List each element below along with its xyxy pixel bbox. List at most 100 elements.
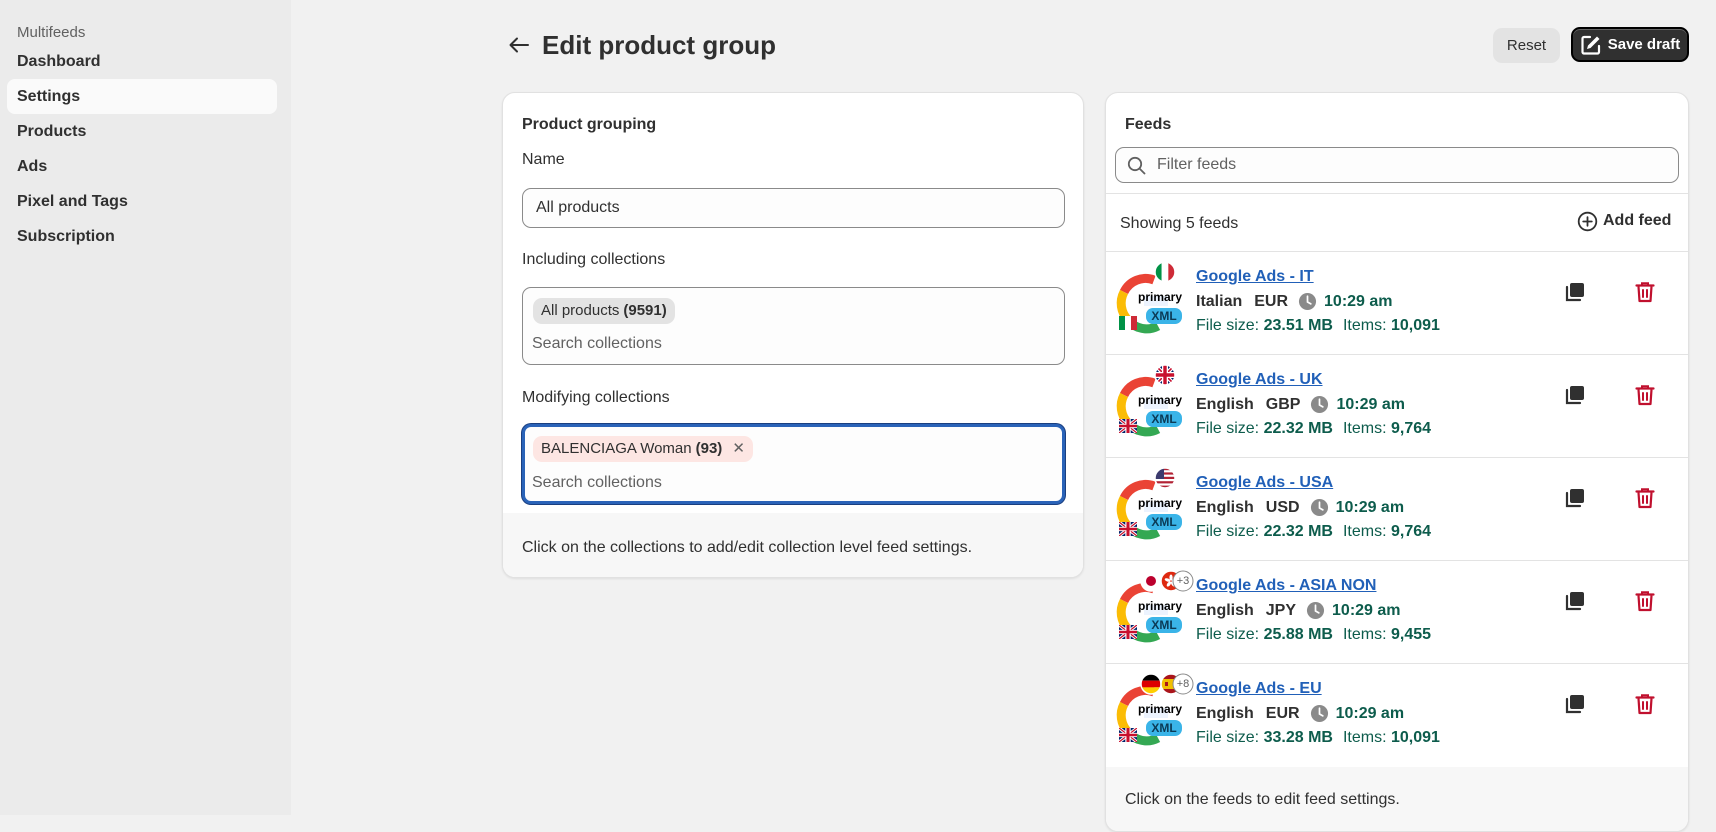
app-name: Multifeeds [17,24,86,41]
modifying-collections-search[interactable] [532,474,932,492]
feed-time: 10:29 am [1332,601,1401,619]
remove-tag-icon[interactable]: ✕ [732,436,745,462]
feed-title-link[interactable]: Google Ads - EU [1196,680,1322,698]
primary-badge: primary [1138,702,1183,716]
primary-badge: primary [1138,496,1183,510]
feed-time: 10:29 am [1335,704,1405,722]
items-value: 10,091 [1390,729,1440,746]
items-value: 10,091 [1390,317,1440,334]
name-field[interactable] [522,188,1065,228]
delete-feed-button[interactable] [1631,278,1659,306]
feed-size: File size: 25.88 MB Items: 9,455 [1196,626,1431,644]
items-label: Items: [1342,420,1387,437]
google-logo-icon: primary XML [1116,467,1183,544]
sidebar-item-settings[interactable]: Settings [7,79,277,114]
feed-size: File size: 22.32 MB Items: 9,764 [1196,523,1431,541]
file-size-value: 23.51 MB [1263,317,1333,334]
duplicate-feed-button[interactable] [1561,587,1589,615]
feed-language: English [1196,704,1254,722]
filter-feeds-input[interactable] [1155,155,1655,175]
extra-countries-badge: +3 [1176,575,1190,587]
feed-currency: JPY [1265,601,1297,619]
xml-badge: XML [1151,721,1177,735]
file-size-value: 22.32 MB [1263,523,1333,540]
trash-icon [1635,385,1655,406]
delete-feed-button[interactable] [1631,690,1659,718]
items-label: Items: [1342,626,1387,643]
feed-meta: English EUR 10:29 am [1196,704,1404,723]
divider [1106,193,1688,194]
duplicate-feed-button[interactable] [1561,381,1589,409]
items-value: 9,764 [1390,420,1432,437]
duplicate-icon [1565,592,1584,611]
google-logo-icon: primary XML [1116,261,1182,338]
items-value: 9,764 [1390,523,1432,540]
sidebar-item-dashboard[interactable]: Dashboard [7,44,277,79]
modifying-collections-label: Modifying collections [522,389,670,406]
back-button[interactable] [505,30,533,60]
reset-button[interactable]: Reset [1493,28,1560,63]
clock-icon [1306,601,1325,620]
product-grouping-card: Product grouping Name Including collecti… [502,92,1084,578]
trash-icon [1635,282,1655,303]
xml-badge: XML [1151,515,1177,529]
feed-title-link[interactable]: Google Ads - UK [1196,371,1323,389]
file-size-label: File size: [1196,523,1260,540]
feed-row[interactable]: primary XML +3 Google Ads - ASIA NON English… [1106,560,1688,663]
collection-tag-balenciaga-woman[interactable]: BALENCIAGA Woman (93) ✕ [533,436,753,462]
duplicate-feed-button[interactable] [1561,278,1589,306]
feed-language: Italian [1196,292,1243,310]
sidebar-item-subscription[interactable]: Subscription [7,219,277,254]
duplicate-feed-button[interactable] [1561,690,1589,718]
add-feed-button[interactable]: Add feed [1569,206,1679,236]
trash-icon [1635,488,1655,509]
delete-feed-button[interactable] [1631,587,1659,615]
feeds-card: Feeds Showing 5 feeds Add feed primary XM… [1105,92,1689,832]
sidebar-item-pixel-and-tags[interactable]: Pixel and Tags [7,184,277,219]
feed-time: 10:29 am [1335,498,1405,516]
save-draft-label: Save draft [1607,36,1681,53]
tag-label: BALENCIAGA Woman [541,440,692,457]
feed-currency: GBP [1265,395,1301,413]
clock-icon [1311,395,1329,414]
plus-circle-icon [1577,211,1598,231]
filter-feeds-field[interactable] [1115,147,1679,183]
file-size-value: 22.32 MB [1263,420,1333,437]
collection-tag-all-products[interactable]: All products (9591) [533,298,675,324]
items-label: Items: [1342,729,1387,746]
including-collections-search[interactable] [532,335,932,353]
tag-count: (9591) [623,302,667,319]
sidebar-item-ads[interactable]: Ads [7,149,277,184]
including-collections-combobox[interactable]: All products (9591) [522,287,1065,365]
delete-feed-button[interactable] [1631,381,1659,409]
feed-title-link[interactable]: Google Ads - IT [1196,268,1314,286]
feed-size: File size: 22.32 MB Items: 9,764 [1196,420,1431,438]
feed-size: File size: 23.51 MB Items: 10,091 [1196,317,1440,335]
feeds-heading: Feeds [1125,116,1172,133]
feed-row[interactable]: primary XML Google Ads - IT Italian EUR 10:29… [1106,251,1688,354]
add-feed-label: Add feed [1603,212,1672,229]
sidebar-nav: Dashboard Settings Products Ads Pixel an… [0,44,291,254]
feed-language: English [1196,395,1254,413]
duplicate-feed-button[interactable] [1561,484,1589,512]
file-size-label: File size: [1196,317,1260,334]
feed-title-link[interactable]: Google Ads - USA [1196,474,1333,492]
delete-feed-button[interactable] [1631,484,1659,512]
extra-countries-badge: +8 [1176,678,1190,690]
feed-meta: English USD 10:29 am [1196,498,1404,517]
duplicate-icon [1565,695,1584,714]
save-draft-button[interactable]: Save draft [1571,27,1689,62]
sidebar: Multifeeds Dashboard Settings Products A… [0,0,291,815]
trash-icon [1635,694,1655,715]
sidebar-item-products[interactable]: Products [7,114,277,149]
feed-row[interactable]: primary XML +8 Google Ads - EU English EUR 10:… [1106,663,1688,766]
feed-row[interactable]: primary XML Google Ads - USA English USD 10:2… [1106,457,1688,560]
modifying-collections-combobox[interactable]: BALENCIAGA Woman (93) ✕ [522,424,1065,504]
tag-count: (93) [695,440,723,457]
name-label: Name [522,151,565,168]
xml-badge: XML [1151,309,1177,323]
feed-row[interactable]: primary XML Google Ads - UK English GBP 10:29… [1106,354,1688,457]
feed-title-link[interactable]: Google Ads - ASIA NON [1196,577,1376,595]
xml-badge: XML [1151,618,1177,632]
including-collections-label: Including collections [522,251,666,268]
